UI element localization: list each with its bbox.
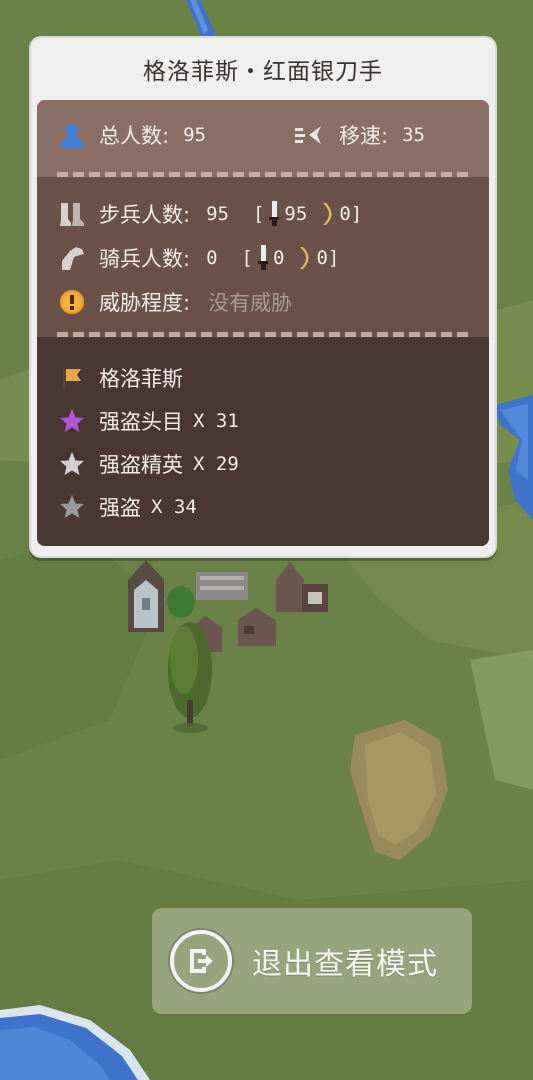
star-icon <box>57 406 87 436</box>
troop-count: X 34 <box>151 496 197 518</box>
boots-icon <box>57 199 87 229</box>
infantry-bracket-open: [ <box>252 203 265 225</box>
infantry-value: 95 <box>206 203 229 225</box>
star-icon <box>57 449 87 479</box>
list-item: 强盗头目 X 31 <box>57 406 239 436</box>
total-label: 总人数: <box>99 124 170 148</box>
threat-value: 没有威胁 <box>208 291 293 315</box>
speed-value: 35 <box>402 124 425 146</box>
bow-icon <box>321 202 335 226</box>
infantry-label: 步兵人数: <box>99 203 191 227</box>
cavalry-bracket-open: [ <box>241 247 253 269</box>
banner-icon <box>57 363 87 393</box>
total-value: 95 <box>183 124 206 146</box>
speed-row: 移速: 35 <box>295 120 425 150</box>
troop-count: X 29 <box>193 453 239 475</box>
speed-icon <box>295 120 325 150</box>
list-item: 格洛菲斯 <box>57 363 183 393</box>
composition-section: 步兵人数: 95 [ 95 0] 骑兵人数: 0 [0 0] 威胁程度: 没有… <box>37 177 489 337</box>
bow-icon <box>298 246 312 270</box>
person-icon <box>57 120 87 150</box>
star-icon <box>57 492 87 522</box>
threat-label: 威胁程度: <box>99 291 191 315</box>
troop-name: 强盗精英 <box>99 453 183 477</box>
sword-icon <box>257 245 269 271</box>
cavalry-label: 骑兵人数: <box>99 247 191 271</box>
warning-icon <box>57 287 87 317</box>
horse-icon <box>57 243 87 273</box>
list-item: 强盗精英 X 29 <box>57 449 239 479</box>
troop-list: 格洛菲斯 强盗头目 X 31 强盗精英 X 29 强盗 X 34 <box>37 337 489 546</box>
list-item: 强盗 X 34 <box>57 492 197 522</box>
exit-icon <box>170 930 232 992</box>
troop-name: 强盗头目 <box>99 410 183 434</box>
exit-label: 退出查看模式 <box>252 947 438 982</box>
exit-view-mode-button[interactable]: 退出查看模式 <box>152 908 472 1014</box>
party-info-panel: 格洛菲斯・红面银刀手 总人数: 95 移速: 35 步兵人数: 95 [95 … <box>31 38 495 556</box>
troop-name: 格洛菲斯 <box>99 367 183 391</box>
cavalry-melee-value: 0 <box>272 247 285 269</box>
infantry-row: 步兵人数: 95 [ 95 0] <box>57 199 362 229</box>
cavalry-ranged-value: 0] <box>316 247 340 269</box>
infantry-ranged-value: 0] <box>339 203 363 225</box>
threat-row: 威胁程度: 没有威胁 <box>57 287 292 317</box>
cavalry-row: 骑兵人数: 0 [ 0 0] <box>57 243 339 273</box>
summary-section: 总人数: 95 移速: 35 <box>37 100 489 177</box>
panel-body: 总人数: 95 移速: 35 步兵人数: 95 [95 0] 骑兵人数: 0 … <box>37 100 489 546</box>
cavalry-value: 0 <box>206 247 218 269</box>
troop-count: X 31 <box>193 410 239 432</box>
infantry-melee-value: 95 <box>284 203 308 225</box>
sword-icon <box>268 201 280 227</box>
total-count-row: 总人数: 95 <box>57 120 206 150</box>
troop-name: 强盗 <box>99 496 141 520</box>
party-title: 格洛菲斯・红面银刀手 <box>143 59 383 85</box>
speed-label: 移速: <box>339 124 389 148</box>
